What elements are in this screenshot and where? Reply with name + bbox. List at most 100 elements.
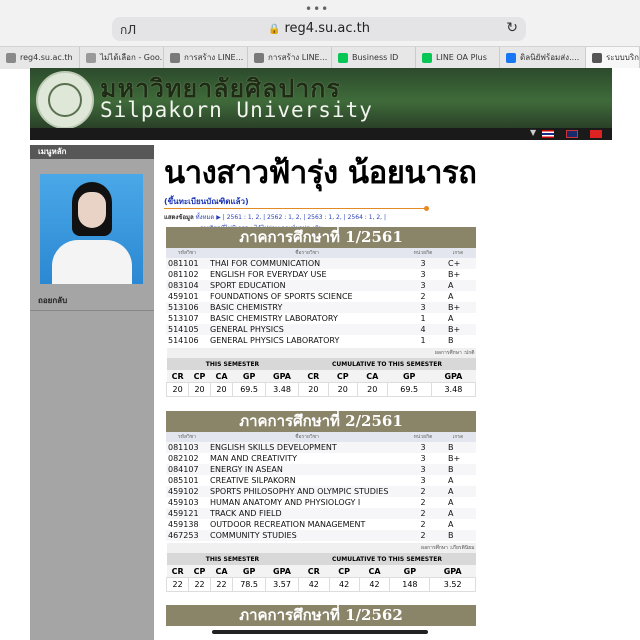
summary-value: 42 xyxy=(358,577,391,592)
course-row: 467253 COMMUNITY STUDIES 2 B xyxy=(166,530,476,541)
course-grade: A xyxy=(440,508,476,519)
tab-label: ดิลนิยัฟร้อมส่ง.... xyxy=(520,53,580,62)
tab-label: LINE OA Plus xyxy=(436,53,487,62)
course-grade: C+ xyxy=(440,258,476,269)
course-credit: 2 xyxy=(420,520,426,529)
university-seal-logo xyxy=(36,71,94,128)
course-code: 459138 xyxy=(168,520,199,529)
course-code: 081101 xyxy=(166,258,208,269)
browser-tab[interactable]: ไม่ได้เลือก - Goo... xyxy=(80,47,164,69)
course-row: 514105 GENERAL PHYSICS 4 B+ xyxy=(166,324,476,335)
course-name: TRACK AND FIELD xyxy=(208,508,406,519)
course-code: 459103 xyxy=(168,498,199,507)
reload-icon[interactable]: ↻ xyxy=(506,20,518,36)
summary-value: 78.5 xyxy=(232,577,267,592)
summary-value: 148 xyxy=(389,577,431,592)
course-credit: 1 xyxy=(420,314,426,323)
course-grade: B xyxy=(440,464,476,475)
course-grade: B xyxy=(440,530,476,541)
tab-favicon-icon xyxy=(170,52,180,63)
course-credit: 3 xyxy=(420,476,426,485)
course-row: 459101 FOUNDATIONS OF SPORTS SCIENCE 2 A xyxy=(166,291,476,302)
divider-dot xyxy=(424,206,429,211)
tab-strip: reg4.su.ac.th ไม่ได้เลือก - Goo... การสร้า… xyxy=(0,46,640,69)
tab-favicon-icon xyxy=(338,52,348,63)
summary-header: GP xyxy=(232,565,266,578)
course-credit: 3 xyxy=(406,442,440,453)
browser-tab[interactable]: LINE OA Plus xyxy=(416,47,500,69)
course-row: 081101 THAI FOR COMMUNICATION 3 C+ xyxy=(166,258,476,269)
summary-header: GP xyxy=(387,370,432,383)
summary-value: 22 xyxy=(165,577,190,592)
back-link[interactable]: ถอยกลับ xyxy=(38,294,67,307)
browser-tab[interactable]: การสร้าง LINE... xyxy=(248,47,332,69)
browser-tab[interactable]: Business ID xyxy=(332,47,416,69)
banner-english-title: Silpakorn University xyxy=(100,98,373,122)
china-flag-icon[interactable] xyxy=(590,130,602,138)
dropdown-arrow-icon[interactable]: ▼ xyxy=(530,128,536,137)
course-grade: B+ xyxy=(440,324,476,335)
tab-favicon-icon xyxy=(6,52,16,63)
course-credit: 3 xyxy=(406,280,440,291)
summary-header: CA xyxy=(359,565,390,578)
course-row: 084107 ENERGY IN ASEAN 3 B xyxy=(166,464,476,475)
course-name: GENERAL PHYSICS xyxy=(208,324,406,335)
course-name: HUMAN ANATOMY AND PHYSIOLOGY I xyxy=(210,498,361,507)
course-row: 081102 ENGLISH FOR EVERYDAY USE 3 B+ xyxy=(166,269,476,280)
course-code: 083104 xyxy=(166,280,208,291)
col-credit-header: หน่วยกิต xyxy=(406,432,440,442)
summary-header: CP xyxy=(188,565,211,578)
tab-favicon-icon xyxy=(592,52,602,63)
course-row: 459102 SPORTS PHILOSOPHY AND OLYMPIC STUD… xyxy=(166,486,476,497)
course-code: 085101 xyxy=(168,476,199,485)
summary-value: 20 xyxy=(356,382,388,397)
course-name: BASIC CHEMISTRY LABORATORY xyxy=(210,314,338,323)
course-grade: A xyxy=(448,292,454,301)
gpa-summary-table: ผลการศึกษา :เกียรตินิยม THIS SEMESTER CUMU… xyxy=(165,543,476,592)
show-all-link[interactable]: ทั้งหมด xyxy=(196,214,215,221)
tab-label: ระบบบริการ xyxy=(606,53,639,62)
summary-value: 69.5 xyxy=(386,382,432,397)
course-name: GENERAL PHYSICS LABORATORY xyxy=(210,336,340,345)
summary-value: 3.57 xyxy=(265,577,299,592)
this-semester-label: THIS SEMESTER xyxy=(166,358,299,370)
browser-tab[interactable]: ดิลนิยัฟร้อมส่ง.... xyxy=(500,47,586,69)
course-grade: A xyxy=(448,314,454,323)
more-dots-icon[interactable]: ••• xyxy=(305,2,329,16)
summary-value: 20 xyxy=(209,382,234,397)
term-links: แสดงข้อมูล ทั้งหมด ▶ | 2561 : 1, 2, | 25… xyxy=(164,214,387,221)
main-menu-title: เมนูหลัก xyxy=(30,145,154,159)
course-row: 513107 BASIC CHEMISTRY LABORATORY 1 A xyxy=(166,313,476,324)
result-note: ผลการศึกษา :เกียรตินิยม xyxy=(166,543,476,553)
course-credit: 2 xyxy=(406,486,440,497)
browser-tab[interactable]: ระบบบริการ xyxy=(586,47,640,69)
summary-header: CA xyxy=(357,370,388,383)
tab-label: Business ID xyxy=(352,53,399,62)
course-grade: A xyxy=(440,280,476,291)
course-row: 459121 TRACK AND FIELD 2 A xyxy=(166,508,476,519)
summary-value: 22 xyxy=(209,577,234,592)
browser-tab[interactable]: การสร้าง LINE... xyxy=(164,47,248,69)
course-row: 081103 ENGLISH SKILLS DEVELOPMENT 3 B xyxy=(166,442,476,453)
course-name: CREATIVE SILPAKORN xyxy=(210,476,296,485)
address-bar[interactable]: กЛ 🔒 reg4.su.ac.th ↻ xyxy=(112,17,526,41)
summary-header: CA xyxy=(210,565,233,578)
course-credit: 3 xyxy=(420,270,426,279)
thai-flag-icon[interactable] xyxy=(542,130,554,138)
course-credit: 2 xyxy=(420,292,426,301)
course-code: 081103 xyxy=(166,442,208,453)
course-code: 084107 xyxy=(166,464,208,475)
course-credit: 4 xyxy=(406,324,440,335)
summary-value: 42 xyxy=(328,577,360,592)
gpa-summary-table: ผลการศึกษา :ปกติ THIS SEMESTER CUMULATIVE … xyxy=(165,348,477,397)
uk-flag-icon[interactable] xyxy=(566,130,578,138)
course-table: รหัสวิชา ชื่อรายวิชา หน่วยกิต เกรด 081101 THA… xyxy=(166,248,476,346)
term-list-links[interactable]: | 2561 : 1, 2, | 2562 : 1, 2, | 2563 : 1… xyxy=(223,214,386,221)
summary-header: CR xyxy=(166,370,189,383)
course-name: MAN AND CREATIVITY xyxy=(210,454,297,463)
browser-tab[interactable]: reg4.su.ac.th xyxy=(0,47,80,69)
course-code: 459121 xyxy=(166,508,208,519)
url-text: reg4.su.ac.th xyxy=(284,21,370,36)
lock-icon: 🔒 xyxy=(268,24,281,35)
course-row: 082102 MAN AND CREATIVITY 3 B+ xyxy=(166,453,476,464)
